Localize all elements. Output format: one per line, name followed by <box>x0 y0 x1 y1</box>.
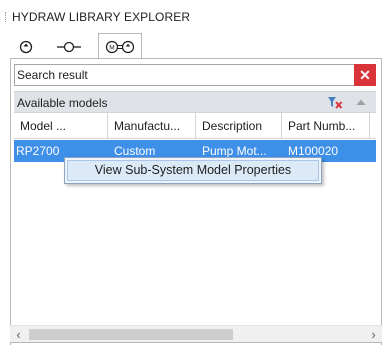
bottom-divider <box>10 342 382 343</box>
column-header-model[interactable]: Model ... <box>14 113 108 139</box>
scrollbar-thumb[interactable] <box>29 329 233 340</box>
column-header-part-number[interactable]: Part Numb... <box>282 113 370 139</box>
tab-valve-symbols[interactable] <box>54 35 84 58</box>
library-explorer-panel: HYDRAW LIBRARY EXPLORER M Search result … <box>0 0 383 345</box>
drag-grip-icon[interactable] <box>5 12 7 22</box>
collapse-up-icon[interactable] <box>355 97 367 107</box>
tab-pump-symbols[interactable] <box>14 35 38 58</box>
cell-extra: 1 <box>370 140 376 162</box>
symbol-tab-bar: M <box>10 33 383 59</box>
available-models-header: Available models <box>14 91 376 113</box>
horizontal-scrollbar[interactable]: ‹ › <box>10 325 382 342</box>
column-header-manufacturer[interactable]: Manufactu... <box>108 113 196 139</box>
pump-symbol-icon <box>19 40 33 53</box>
clear-filter-icon[interactable] <box>327 96 343 110</box>
motor-pump-symbol-icon: M <box>105 40 135 53</box>
context-menu: View Sub-System Model Properties <box>64 157 322 184</box>
scroll-right-arrow-icon[interactable]: › <box>365 326 382 343</box>
table-header: Model ... Manufactu... Description Part … <box>14 113 376 139</box>
close-search-button[interactable]: ✕ <box>354 64 376 86</box>
search-result-header: Search result ✕ <box>14 64 376 86</box>
available-models-label: Available models <box>17 96 108 110</box>
scroll-left-arrow-icon[interactable]: ‹ <box>10 326 27 343</box>
models-table: Model ... Manufactu... Description Part … <box>14 113 376 323</box>
panel-title: HYDRAW LIBRARY EXPLORER <box>12 10 191 24</box>
library-content-frame: Search result ✕ Available models Model .… <box>10 58 382 345</box>
column-header-description[interactable]: Description <box>196 113 282 139</box>
panel-titlebar[interactable]: HYDRAW LIBRARY EXPLORER <box>0 0 383 33</box>
menu-item-view-subsystem-properties[interactable]: View Sub-System Model Properties <box>67 160 319 181</box>
valve-symbol-icon <box>57 41 81 52</box>
column-header-extra[interactable] <box>370 113 376 139</box>
search-result-label: Search result <box>17 68 88 82</box>
svg-text:M: M <box>109 44 114 51</box>
tab-motor-pump-symbols[interactable]: M <box>98 33 142 59</box>
